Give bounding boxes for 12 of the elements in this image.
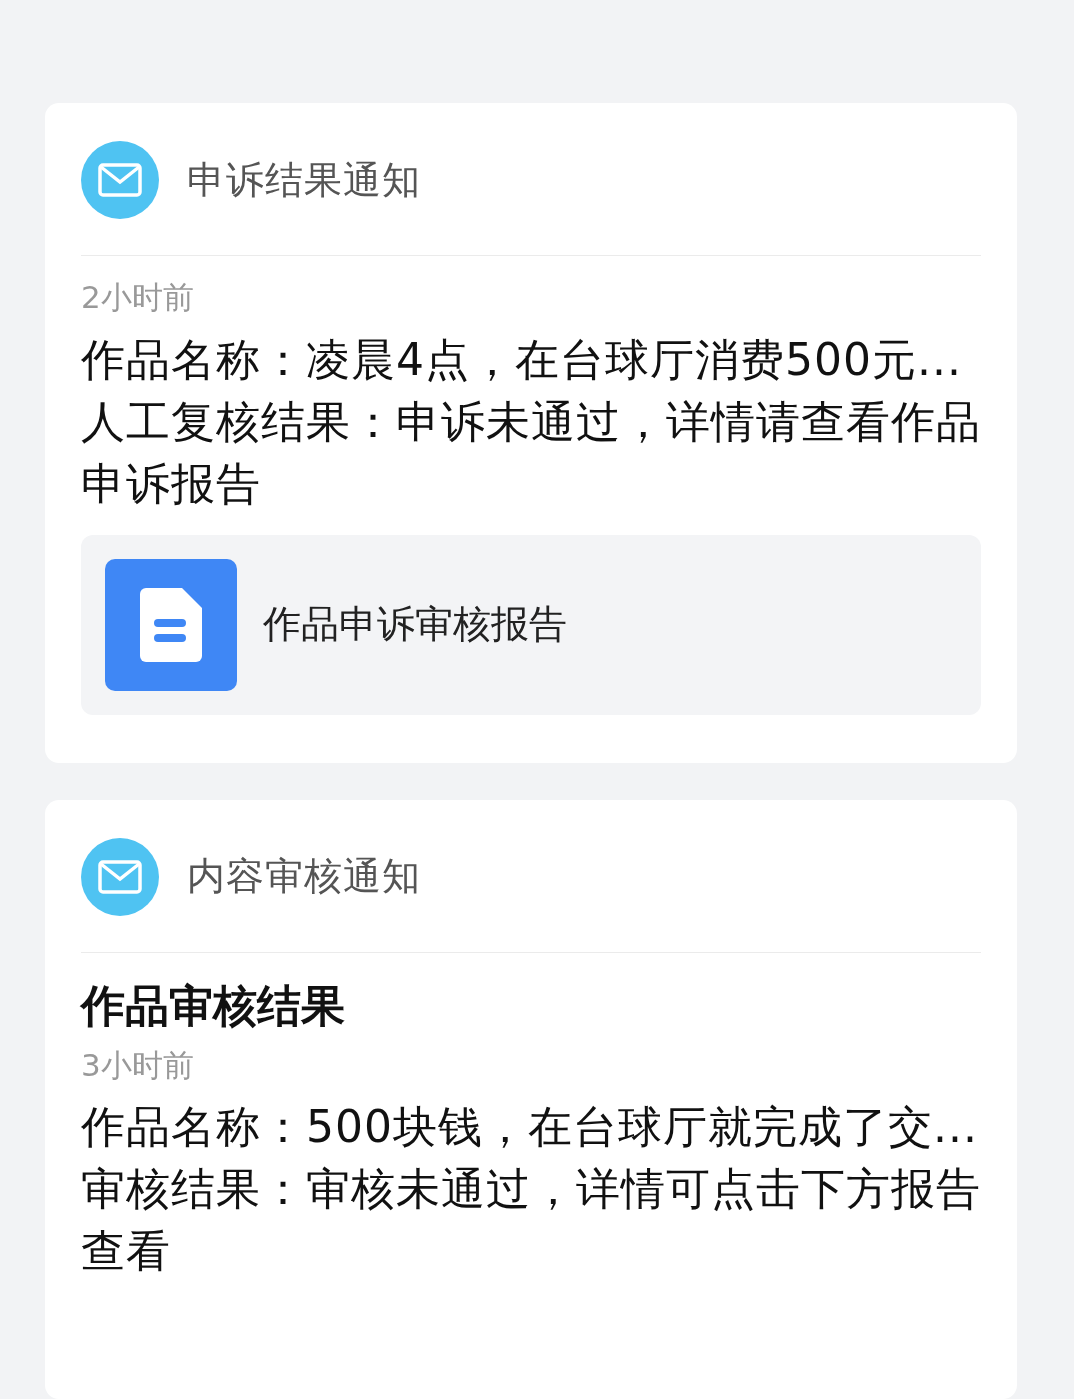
report-link[interactable]: 作品申诉审核报告	[81, 534, 981, 715]
notification-title: 内容审核通知	[187, 853, 421, 900]
document-icon	[105, 558, 237, 691]
message-text: 作品名称：500块钱，在台球厅就完成了交...	[81, 1100, 979, 1155]
message-text: 人工复核结果：申诉未通过，详情请查看作品申诉报告	[81, 394, 981, 511]
message-text: 审核结果：审核未通过，详情可点击下方报告查看	[81, 1162, 981, 1279]
message-text: 作品名称：凌晨4点，在台球厅消费500元...	[81, 332, 963, 387]
report-title: 作品申诉审核报告	[263, 601, 567, 648]
notification-time: 3小时前	[81, 1045, 195, 1085]
notification-title: 申诉结果通知	[187, 156, 421, 204]
notification-heading: 作品审核结果	[81, 978, 346, 1033]
notification-time: 2小时前	[81, 278, 195, 317]
